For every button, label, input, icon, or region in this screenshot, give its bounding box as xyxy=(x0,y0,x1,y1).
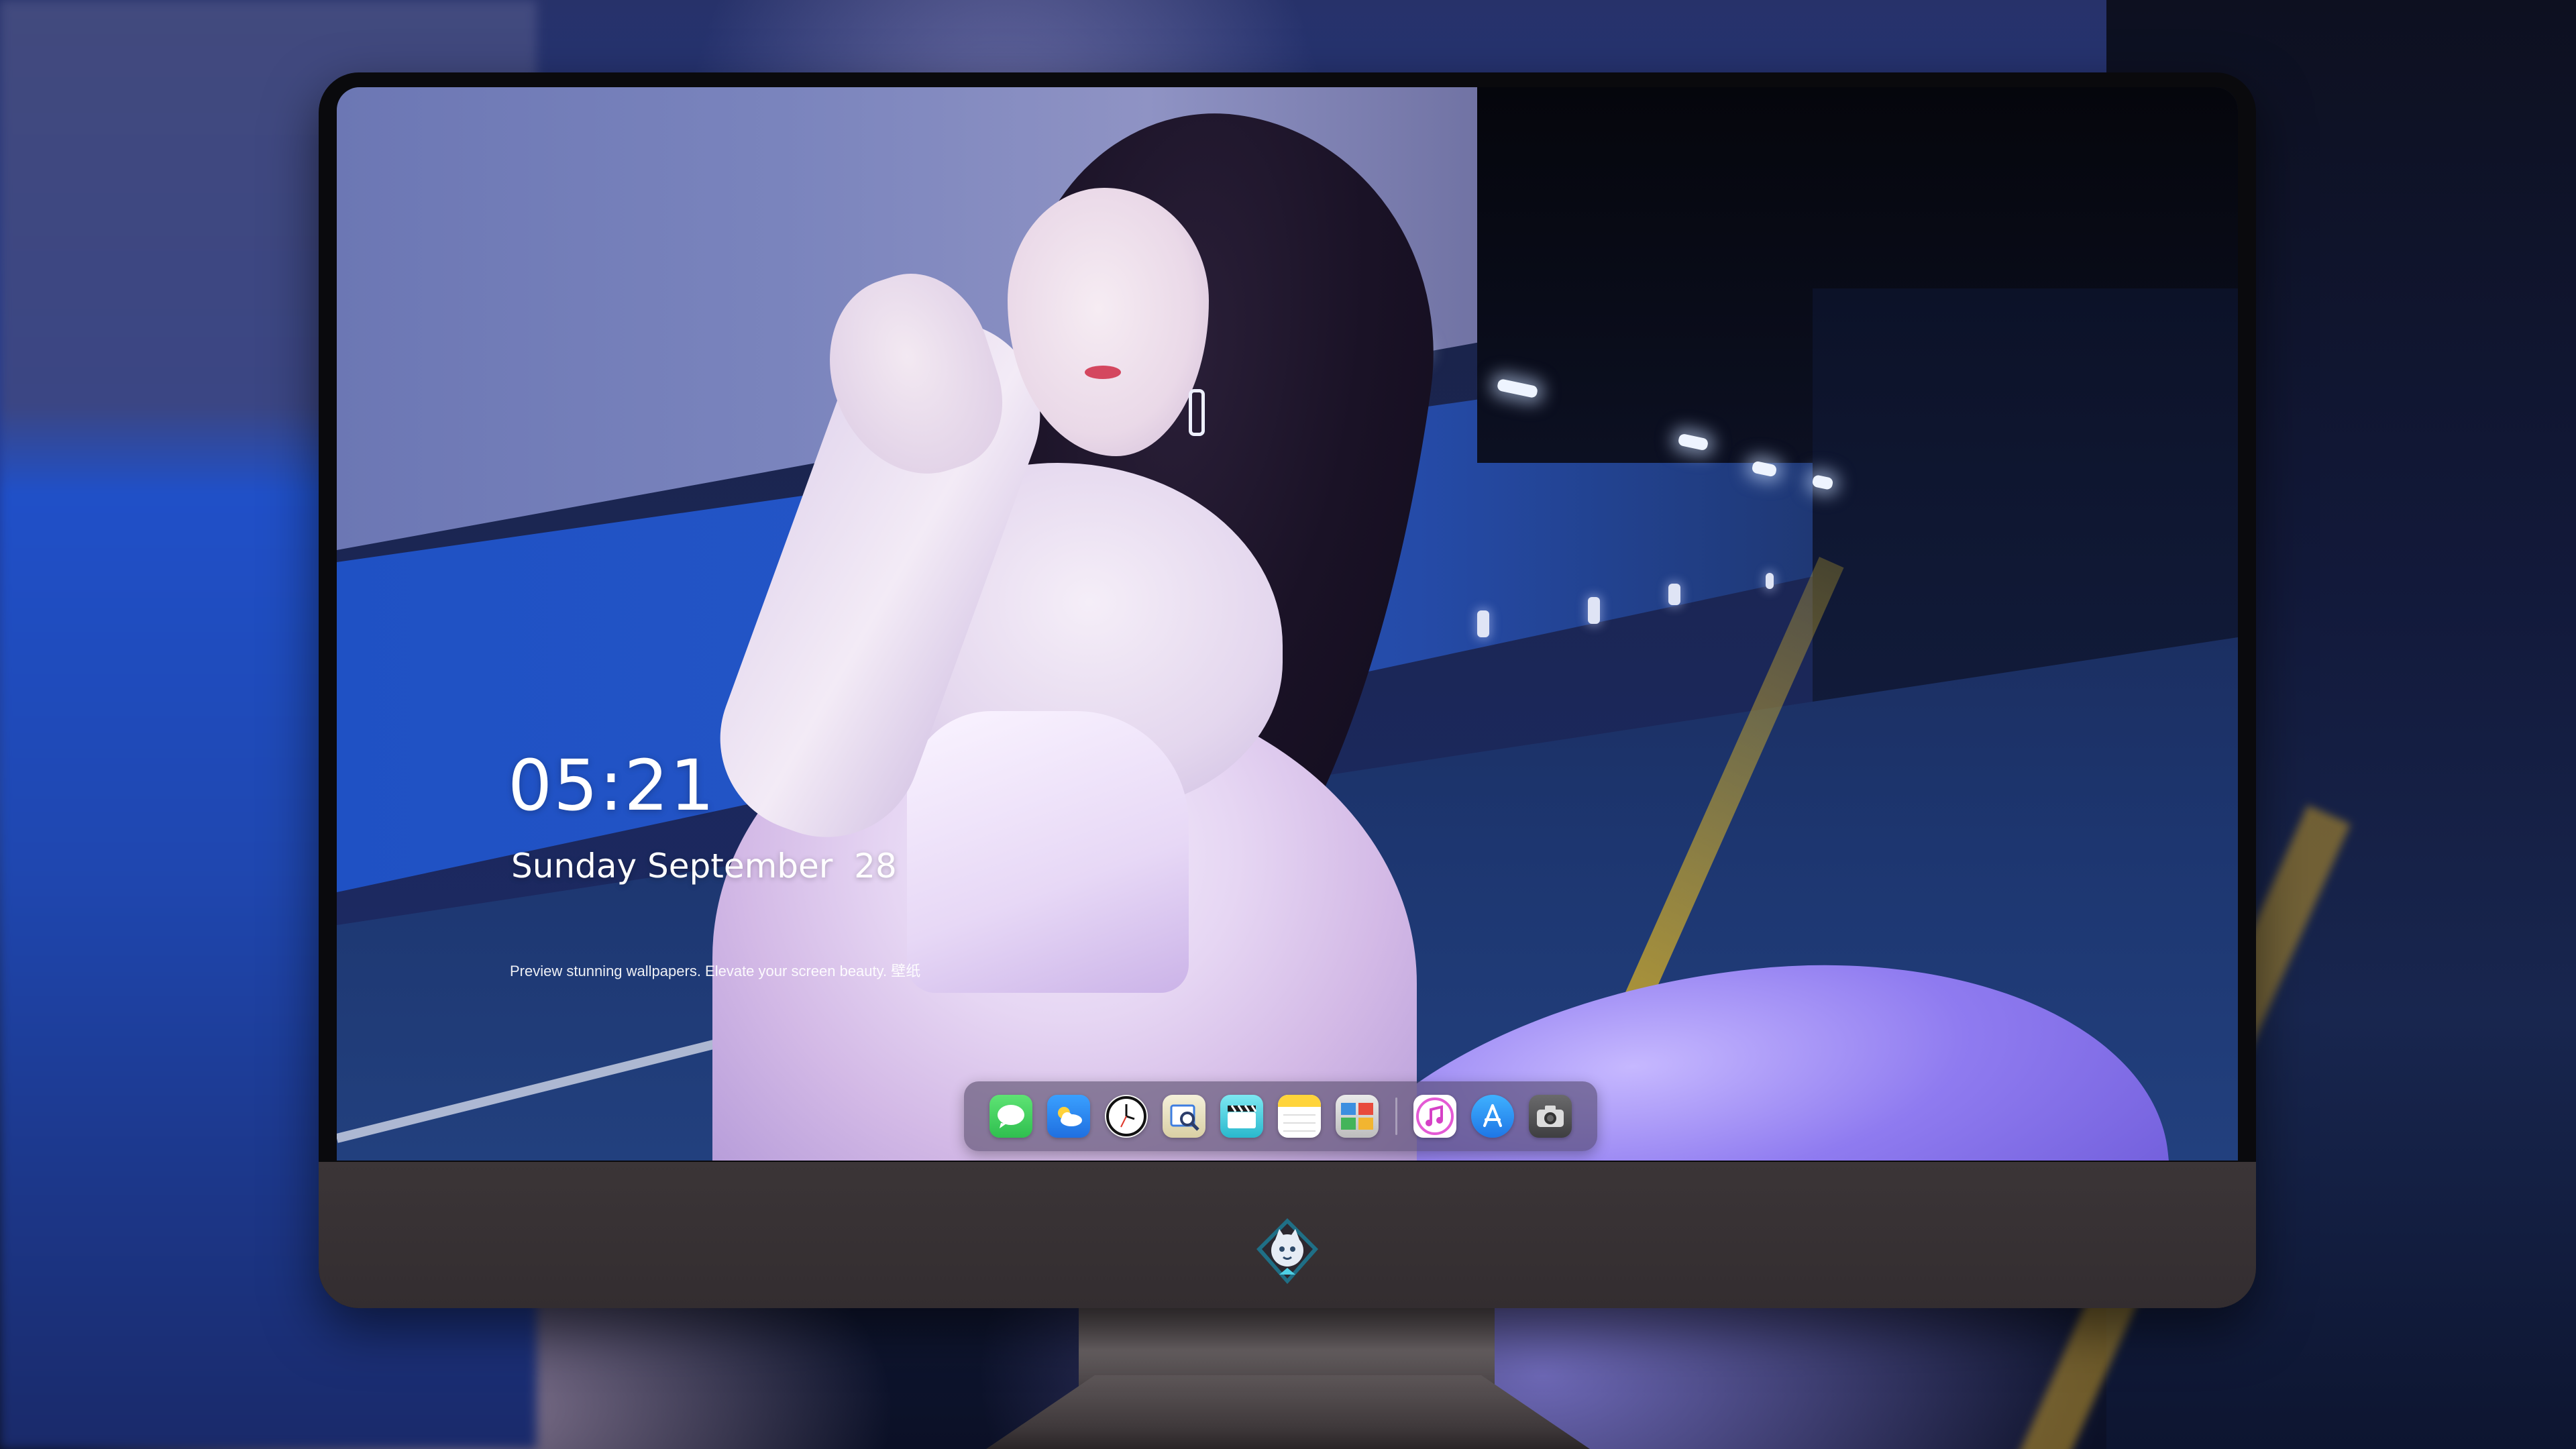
dock-apps xyxy=(989,1095,1379,1138)
wallpaper-lips xyxy=(1085,366,1121,379)
wall-lamp xyxy=(1477,610,1489,637)
wallpaper-earring xyxy=(1189,389,1205,436)
wall-lamp xyxy=(1766,573,1774,589)
preview-icon[interactable] xyxy=(1163,1095,1205,1138)
dock-pinned-apps xyxy=(1413,1095,1572,1138)
background-scene: 05:21 Sunday September 28 Preview stunni… xyxy=(0,0,2576,1449)
lock-screen-tagline: Preview stunning wallpapers. Elevate you… xyxy=(510,963,921,979)
monitor-stand-foot xyxy=(986,1375,1590,1449)
wallpaper-bodice xyxy=(907,711,1189,993)
messages-icon[interactable] xyxy=(989,1095,1032,1138)
lock-screen-time: 05:21 xyxy=(508,745,716,826)
music-icon[interactable] xyxy=(1413,1095,1456,1138)
lock-screen[interactable]: 05:21 Sunday September 28 Preview stunni… xyxy=(337,87,2238,1161)
notes-icon[interactable] xyxy=(1278,1095,1321,1138)
dock-divider xyxy=(1395,1097,1397,1135)
camera-icon[interactable] xyxy=(1529,1095,1572,1138)
wall-lamp xyxy=(1668,584,1680,605)
clock-icon[interactable] xyxy=(1105,1095,1148,1138)
wall-lamp xyxy=(1588,597,1600,624)
clips-icon[interactable] xyxy=(1220,1095,1263,1138)
weather-icon[interactable] xyxy=(1047,1095,1090,1138)
mascot-logo-icon xyxy=(1252,1217,1322,1287)
app-store-icon[interactable] xyxy=(1471,1095,1514,1138)
lock-screen-date: Sunday September 28 xyxy=(511,847,897,885)
dock xyxy=(964,1081,1597,1151)
monitor: 05:21 Sunday September 28 Preview stunni… xyxy=(319,72,2256,1308)
monitor-chin xyxy=(319,1162,2256,1308)
photo-booth-icon[interactable] xyxy=(1336,1095,1379,1138)
